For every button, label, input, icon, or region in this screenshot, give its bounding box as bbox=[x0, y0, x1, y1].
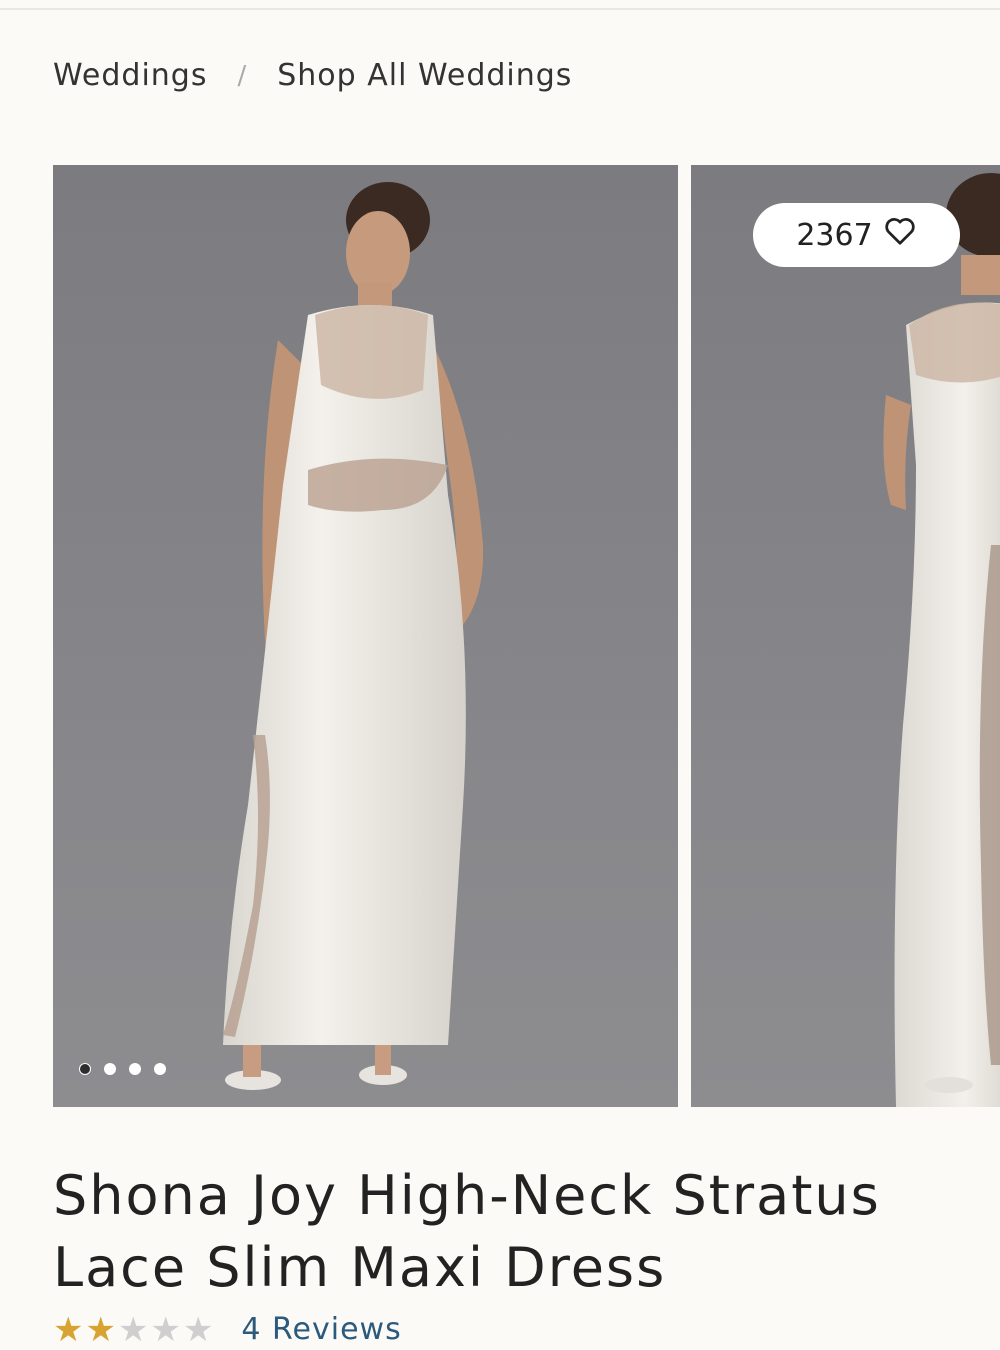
favorite-count: 2367 bbox=[796, 217, 873, 253]
carousel-dot-4[interactable] bbox=[154, 1063, 166, 1075]
product-title: Shona Joy High-Neck Stratus Lace Slim Ma… bbox=[53, 1160, 953, 1304]
breadcrumb-weddings[interactable]: Weddings bbox=[53, 58, 207, 93]
reviews-link[interactable]: 4 Reviews bbox=[241, 1312, 401, 1347]
model-front-illustration bbox=[223, 182, 484, 1090]
star-filled-icon: ★ bbox=[53, 1309, 84, 1350]
carousel-dot-1[interactable] bbox=[79, 1063, 91, 1075]
star-empty-icon: ★ bbox=[117, 1309, 149, 1350]
star-empty-icon: ★ bbox=[182, 1309, 214, 1350]
breadcrumb-shop-all-weddings[interactable]: Shop All Weddings bbox=[277, 58, 572, 93]
product-rating: ★ ★ ★ ★ ★ 4 Reviews bbox=[53, 1312, 402, 1347]
breadcrumb-separator: / bbox=[237, 60, 248, 91]
star-filled-icon: ★ bbox=[85, 1309, 116, 1350]
carousel-dot-2[interactable] bbox=[104, 1063, 116, 1075]
heart-icon bbox=[883, 216, 917, 254]
top-divider bbox=[0, 8, 1000, 10]
star-rating: ★ ★ ★ ★ ★ bbox=[53, 1313, 213, 1347]
product-image-front[interactable] bbox=[53, 165, 678, 1107]
product-image-carousel[interactable] bbox=[53, 165, 1000, 1107]
favorite-button[interactable]: 2367 bbox=[753, 203, 960, 267]
product-title-line-1: Shona Joy High-Neck Stratus bbox=[53, 1164, 881, 1227]
carousel-dot-3[interactable] bbox=[129, 1063, 141, 1075]
model-back-illustration bbox=[883, 173, 1000, 1107]
star-empty-icon: ★ bbox=[150, 1309, 181, 1350]
breadcrumb: Weddings / Shop All Weddings bbox=[53, 58, 572, 93]
carousel-dots bbox=[79, 1063, 166, 1075]
product-title-line-2: Lace Slim Maxi Dress bbox=[53, 1236, 667, 1299]
product-image-back[interactable] bbox=[691, 165, 1000, 1107]
